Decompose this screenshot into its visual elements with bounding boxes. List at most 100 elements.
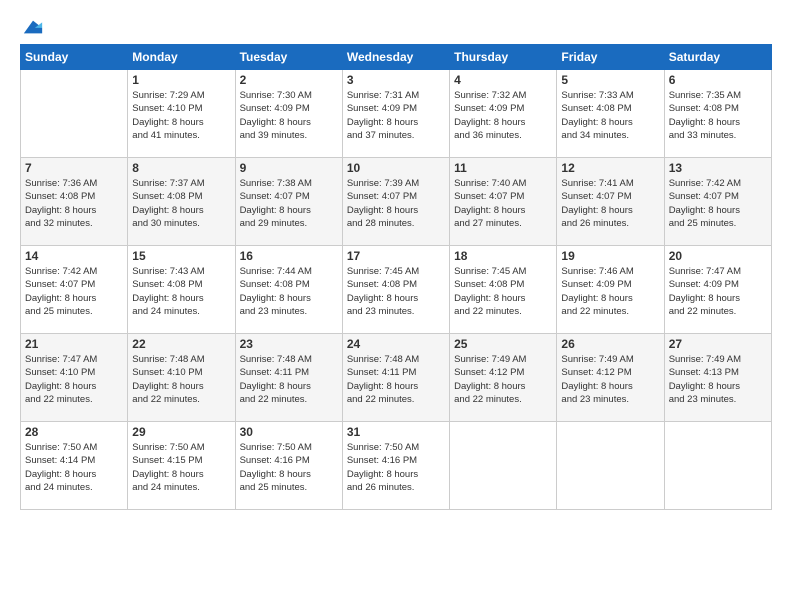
day-number: 6 (669, 73, 767, 87)
day-number: 9 (240, 161, 338, 175)
day-info: Sunrise: 7:46 AM Sunset: 4:09 PM Dayligh… (561, 265, 659, 318)
day-number: 10 (347, 161, 445, 175)
day-number: 8 (132, 161, 230, 175)
day-info: Sunrise: 7:48 AM Sunset: 4:11 PM Dayligh… (347, 353, 445, 406)
calendar-cell: 16 Sunrise: 7:44 AM Sunset: 4:08 PM Dayli… (235, 246, 342, 334)
day-number: 20 (669, 249, 767, 263)
calendar-cell: 5 Sunrise: 7:33 AM Sunset: 4:08 PM Daylig… (557, 70, 664, 158)
weekday-header-thursday: Thursday (450, 45, 557, 70)
calendar-cell: 2Sunrise: 7:30 AM Sunset: 4:09 PM Daylig… (235, 70, 342, 158)
day-number: 31 (347, 425, 445, 439)
day-info: Sunrise: 7:41 AM Sunset: 4:07 PM Dayligh… (561, 177, 659, 230)
calendar-cell: 22Sunrise: 7:48 AM Sunset: 4:10 PM Dayli… (128, 334, 235, 422)
calendar-week-4: 21 Sunrise: 7:47 AM Sunset: 4:10 PM Dayli… (21, 334, 772, 422)
day-info: Sunrise: 7:44 AM Sunset: 4:08 PM Dayligh… (240, 265, 338, 318)
calendar-cell: 4 Sunrise: 7:32 AM Sunset: 4:09 PM Daylig… (450, 70, 557, 158)
calendar-cell: 9 Sunrise: 7:38 AM Sunset: 4:07 PM Daylig… (235, 158, 342, 246)
day-number: 21 (25, 337, 123, 351)
calendar-week-3: 14Sunrise: 7:42 AM Sunset: 4:07 PM Dayli… (21, 246, 772, 334)
day-info: Sunrise: 7:50 AM Sunset: 4:15 PM Dayligh… (132, 441, 230, 494)
day-number: 18 (454, 249, 552, 263)
calendar-cell: 7Sunrise: 7:36 AM Sunset: 4:08 PM Daylig… (21, 158, 128, 246)
weekday-header-tuesday: Tuesday (235, 45, 342, 70)
calendar-cell (664, 422, 771, 510)
day-info: Sunrise: 7:39 AM Sunset: 4:07 PM Dayligh… (347, 177, 445, 230)
calendar-cell: 8 Sunrise: 7:37 AM Sunset: 4:08 PM Daylig… (128, 158, 235, 246)
weekday-header-friday: Friday (557, 45, 664, 70)
calendar-cell: 31 Sunrise: 7:50 AM Sunset: 4:16 PM Dayli… (342, 422, 449, 510)
day-number: 12 (561, 161, 659, 175)
day-number: 23 (240, 337, 338, 351)
day-info: Sunrise: 7:47 AM Sunset: 4:10 PM Dayligh… (25, 353, 123, 406)
calendar-cell: 28 Sunrise: 7:50 AM Sunset: 4:14 PM Dayli… (21, 422, 128, 510)
calendar-cell: 19 Sunrise: 7:46 AM Sunset: 4:09 PM Dayli… (557, 246, 664, 334)
calendar-cell: 3 Sunrise: 7:31 AM Sunset: 4:09 PM Daylig… (342, 70, 449, 158)
calendar-cell (21, 70, 128, 158)
calendar-cell: 14Sunrise: 7:42 AM Sunset: 4:07 PM Dayli… (21, 246, 128, 334)
calendar-cell: 27Sunrise: 7:49 AM Sunset: 4:13 PM Dayli… (664, 334, 771, 422)
day-info: Sunrise: 7:32 AM Sunset: 4:09 PM Dayligh… (454, 89, 552, 142)
day-number: 26 (561, 337, 659, 351)
day-info: Sunrise: 7:37 AM Sunset: 4:08 PM Dayligh… (132, 177, 230, 230)
day-number: 28 (25, 425, 123, 439)
day-info: Sunrise: 7:43 AM Sunset: 4:08 PM Dayligh… (132, 265, 230, 318)
calendar-cell: 12 Sunrise: 7:41 AM Sunset: 4:07 PM Dayli… (557, 158, 664, 246)
day-info: Sunrise: 7:29 AM Sunset: 4:10 PM Dayligh… (132, 89, 230, 142)
day-number: 15 (132, 249, 230, 263)
day-info: Sunrise: 7:47 AM Sunset: 4:09 PM Dayligh… (669, 265, 767, 318)
day-info: Sunrise: 7:38 AM Sunset: 4:07 PM Dayligh… (240, 177, 338, 230)
day-number: 4 (454, 73, 552, 87)
weekday-header-saturday: Saturday (664, 45, 771, 70)
page: SundayMondayTuesdayWednesdayThursdayFrid… (0, 0, 792, 612)
day-number: 11 (454, 161, 552, 175)
calendar-week-2: 7Sunrise: 7:36 AM Sunset: 4:08 PM Daylig… (21, 158, 772, 246)
day-number: 16 (240, 249, 338, 263)
calendar-cell (450, 422, 557, 510)
day-info: Sunrise: 7:33 AM Sunset: 4:08 PM Dayligh… (561, 89, 659, 142)
day-info: Sunrise: 7:31 AM Sunset: 4:09 PM Dayligh… (347, 89, 445, 142)
day-info: Sunrise: 7:45 AM Sunset: 4:08 PM Dayligh… (347, 265, 445, 318)
calendar-cell: 17 Sunrise: 7:45 AM Sunset: 4:08 PM Dayli… (342, 246, 449, 334)
calendar-cell: 29 Sunrise: 7:50 AM Sunset: 4:15 PM Dayli… (128, 422, 235, 510)
day-number: 29 (132, 425, 230, 439)
day-info: Sunrise: 7:40 AM Sunset: 4:07 PM Dayligh… (454, 177, 552, 230)
day-number: 30 (240, 425, 338, 439)
day-number: 2 (240, 73, 338, 87)
day-number: 1 (132, 73, 230, 87)
day-number: 13 (669, 161, 767, 175)
logo (20, 18, 44, 36)
logo-icon (22, 18, 44, 36)
calendar-cell: 6 Sunrise: 7:35 AM Sunset: 4:08 PM Daylig… (664, 70, 771, 158)
day-info: Sunrise: 7:48 AM Sunset: 4:10 PM Dayligh… (132, 353, 230, 406)
logo-text (20, 18, 44, 36)
day-number: 17 (347, 249, 445, 263)
day-info: Sunrise: 7:49 AM Sunset: 4:12 PM Dayligh… (561, 353, 659, 406)
day-info: Sunrise: 7:45 AM Sunset: 4:08 PM Dayligh… (454, 265, 552, 318)
calendar-cell: 24Sunrise: 7:48 AM Sunset: 4:11 PM Dayli… (342, 334, 449, 422)
day-info: Sunrise: 7:42 AM Sunset: 4:07 PM Dayligh… (669, 177, 767, 230)
day-info: Sunrise: 7:50 AM Sunset: 4:14 PM Dayligh… (25, 441, 123, 494)
calendar-week-5: 28 Sunrise: 7:50 AM Sunset: 4:14 PM Dayli… (21, 422, 772, 510)
weekday-header-row: SundayMondayTuesdayWednesdayThursdayFrid… (21, 45, 772, 70)
day-info: Sunrise: 7:42 AM Sunset: 4:07 PM Dayligh… (25, 265, 123, 318)
day-info: Sunrise: 7:48 AM Sunset: 4:11 PM Dayligh… (240, 353, 338, 406)
day-number: 19 (561, 249, 659, 263)
calendar-cell: 13 Sunrise: 7:42 AM Sunset: 4:07 PM Dayli… (664, 158, 771, 246)
day-info: Sunrise: 7:35 AM Sunset: 4:08 PM Dayligh… (669, 89, 767, 142)
day-info: Sunrise: 7:50 AM Sunset: 4:16 PM Dayligh… (240, 441, 338, 494)
weekday-header-wednesday: Wednesday (342, 45, 449, 70)
day-number: 25 (454, 337, 552, 351)
calendar-cell: 18 Sunrise: 7:45 AM Sunset: 4:08 PM Dayli… (450, 246, 557, 334)
day-number: 27 (669, 337, 767, 351)
calendar-cell: 1 Sunrise: 7:29 AM Sunset: 4:10 PM Daylig… (128, 70, 235, 158)
calendar-cell (557, 422, 664, 510)
day-info: Sunrise: 7:50 AM Sunset: 4:16 PM Dayligh… (347, 441, 445, 494)
day-number: 3 (347, 73, 445, 87)
calendar-cell: 26 Sunrise: 7:49 AM Sunset: 4:12 PM Dayli… (557, 334, 664, 422)
calendar-cell: 20 Sunrise: 7:47 AM Sunset: 4:09 PM Dayli… (664, 246, 771, 334)
calendar-cell: 10 Sunrise: 7:39 AM Sunset: 4:07 PM Dayli… (342, 158, 449, 246)
day-number: 5 (561, 73, 659, 87)
calendar-cell: 25Sunrise: 7:49 AM Sunset: 4:12 PM Dayli… (450, 334, 557, 422)
header (20, 18, 772, 36)
day-info: Sunrise: 7:36 AM Sunset: 4:08 PM Dayligh… (25, 177, 123, 230)
